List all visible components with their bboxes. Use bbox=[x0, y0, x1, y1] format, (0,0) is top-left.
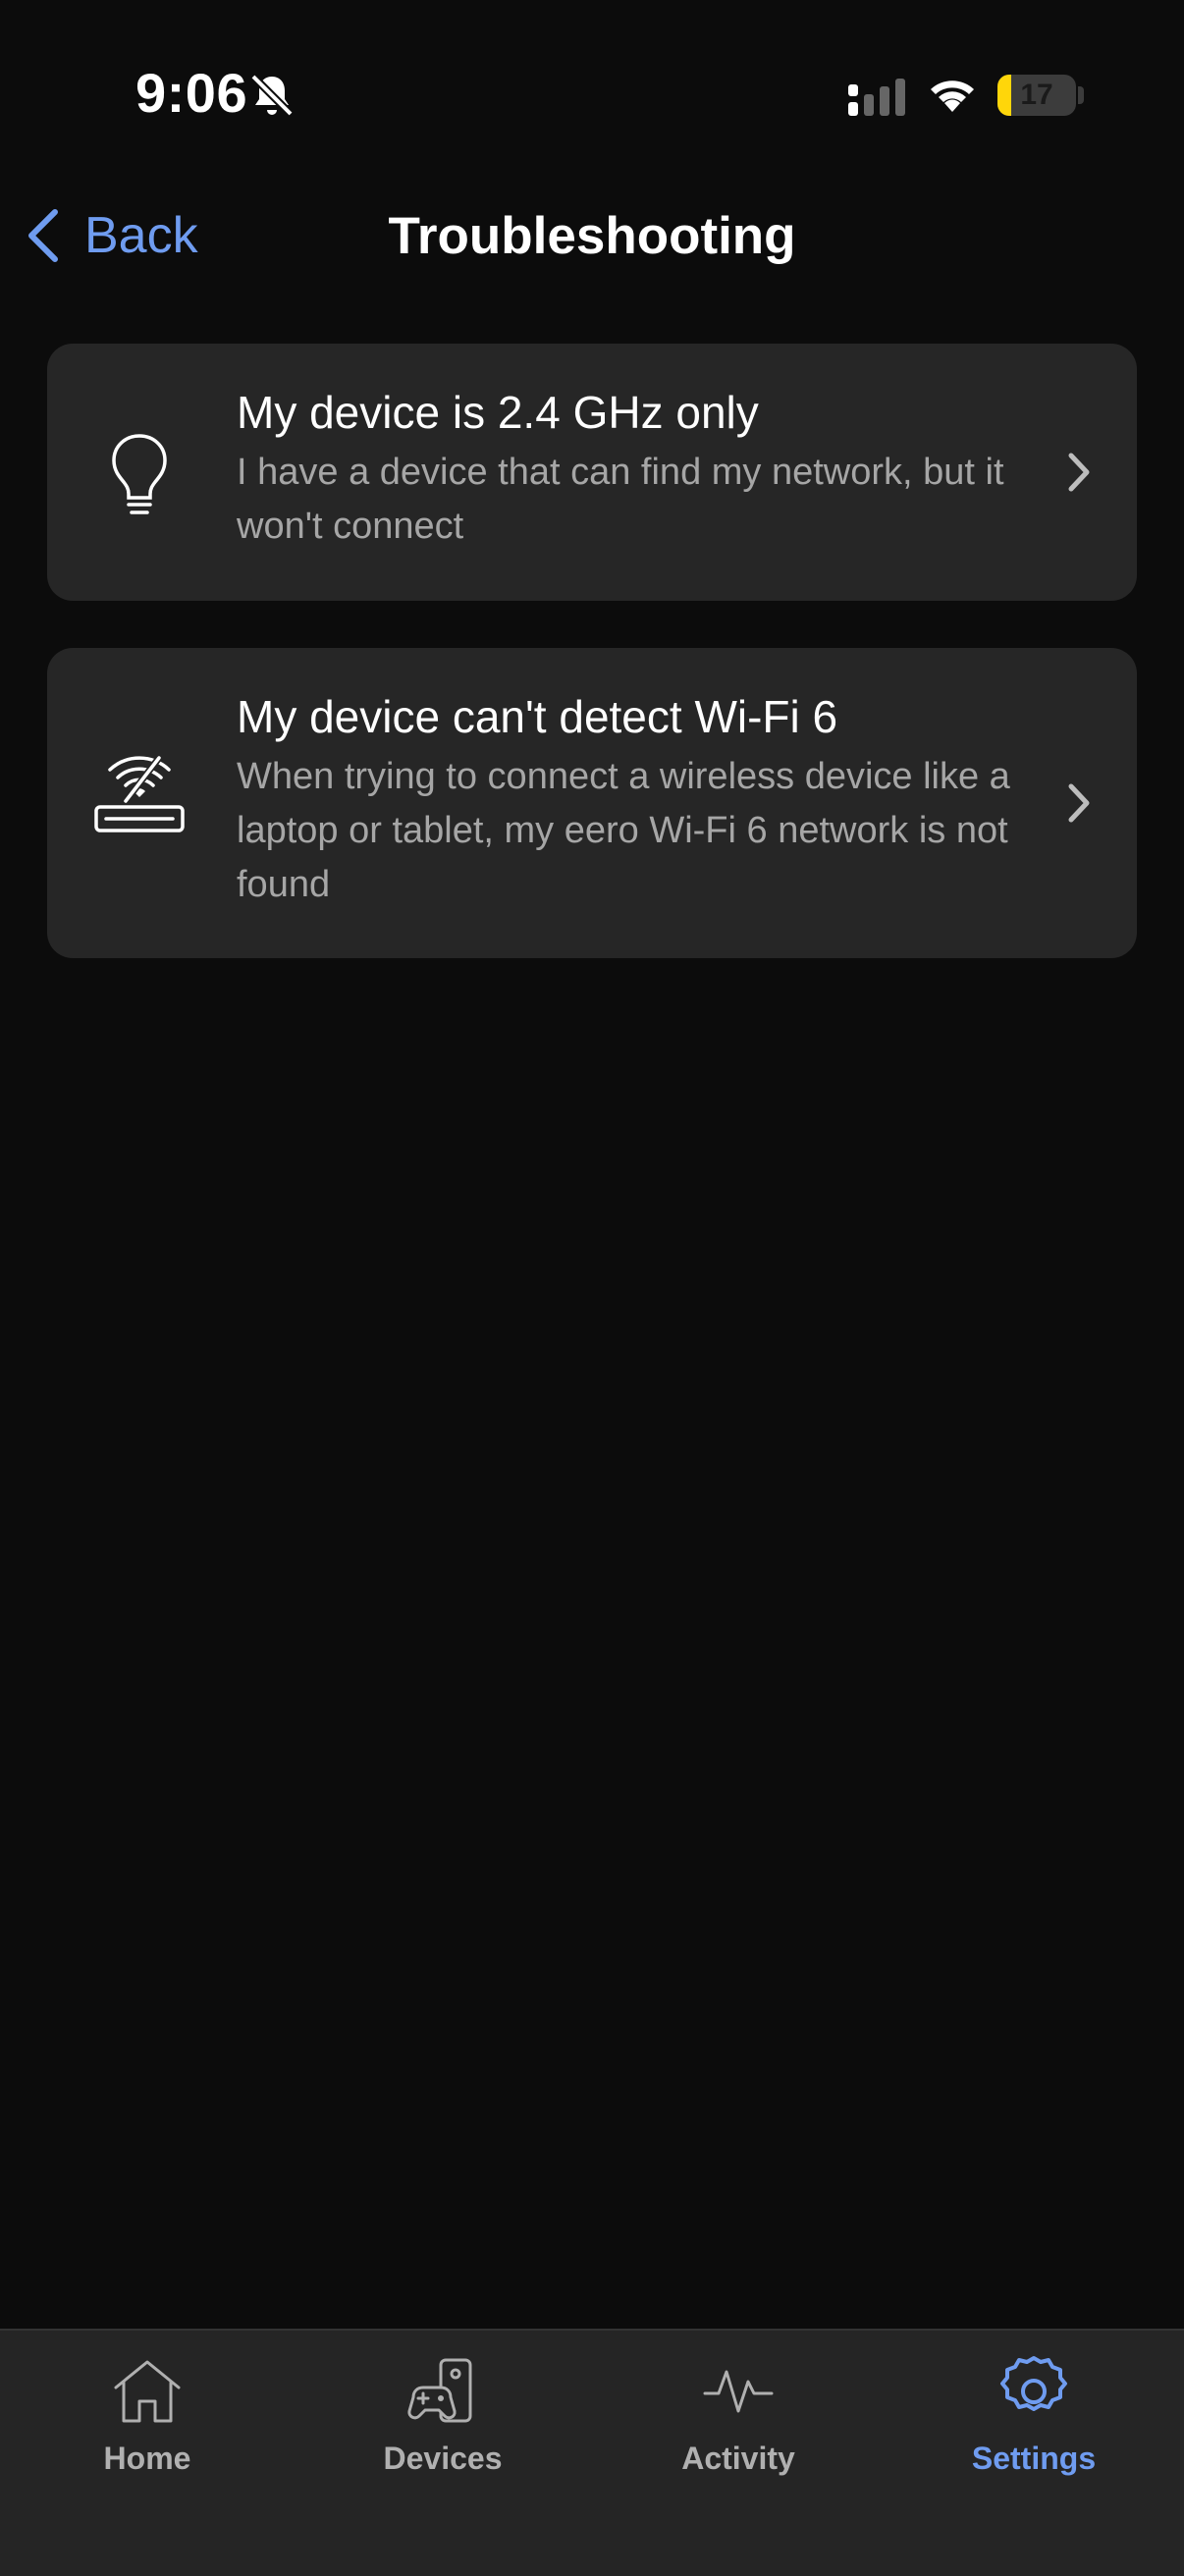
back-label: Back bbox=[84, 207, 198, 264]
battery-icon: 17 bbox=[997, 75, 1076, 116]
tab-label: Home bbox=[103, 2441, 191, 2476]
gear-icon bbox=[1000, 2356, 1067, 2411]
status-time: 9:06 bbox=[135, 62, 248, 124]
battery-cap bbox=[1078, 86, 1084, 104]
back-button[interactable]: Back bbox=[24, 196, 198, 275]
tab-label: Settings bbox=[971, 2441, 1097, 2476]
card-text: My device can't detect Wi-Fi 6 When tryi… bbox=[237, 689, 1071, 912]
tab-devices[interactable]: Devices bbox=[296, 2354, 590, 2492]
bell-slash-icon bbox=[250, 74, 294, 117]
tab-bar: Home Devices Activity Settings bbox=[0, 2329, 1184, 2576]
status-bar: 9:06 17 bbox=[0, 0, 1184, 187]
devices-icon bbox=[407, 2358, 472, 2423]
activity-icon bbox=[703, 2370, 774, 2413]
tab-settings[interactable]: Settings bbox=[887, 2354, 1181, 2492]
card-description: When trying to connect a wireless device… bbox=[237, 756, 1010, 905]
card-text: My device is 2.4 GHz only I have a devic… bbox=[237, 385, 1071, 554]
battery-level: 17 bbox=[1020, 79, 1053, 111]
troubleshoot-card-wifi6[interactable]: My device can't detect Wi-Fi 6 When tryi… bbox=[47, 648, 1137, 958]
card-title: My device is 2.4 GHz only bbox=[237, 387, 759, 438]
tab-home[interactable]: Home bbox=[0, 2354, 295, 2492]
lightbulb-icon bbox=[112, 434, 167, 514]
wifi-icon bbox=[931, 80, 974, 112]
card-title: My device can't detect Wi-Fi 6 bbox=[237, 691, 838, 742]
tab-label: Devices bbox=[383, 2441, 503, 2476]
cellular-signal-icon bbox=[848, 79, 905, 116]
chevron-left-icon bbox=[28, 209, 58, 262]
troubleshoot-card-2-4ghz[interactable]: My device is 2.4 GHz only I have a devic… bbox=[47, 344, 1137, 601]
chevron-right-icon bbox=[1068, 453, 1090, 492]
tab-label: Activity bbox=[681, 2441, 795, 2476]
home-icon bbox=[114, 2360, 181, 2423]
chevron-right-icon bbox=[1068, 783, 1090, 823]
router-wifi-off-icon bbox=[94, 755, 185, 832]
navigation-header: Troubleshooting Back bbox=[0, 187, 1184, 285]
tab-activity[interactable]: Activity bbox=[591, 2354, 886, 2492]
card-description: I have a device that can find my network… bbox=[237, 452, 1004, 547]
